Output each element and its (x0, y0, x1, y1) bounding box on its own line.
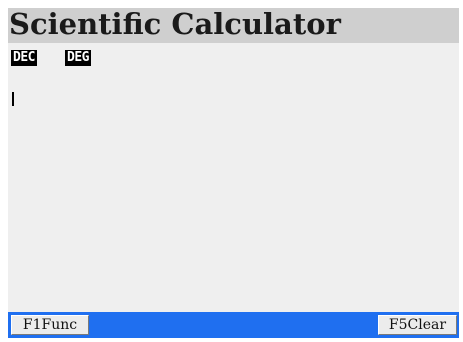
title-bar: Scientific Calculator (8, 7, 459, 43)
clear-softkey-label: Clear (407, 317, 447, 333)
expression-input-area[interactable] (8, 78, 459, 304)
number-base-indicator: DEC (11, 50, 37, 66)
func-softkey-label: Func (41, 317, 78, 333)
softkey-bar: F1Func F5Clear (8, 312, 459, 338)
func-softkey-key: F1 (22, 317, 42, 333)
app-title: Scientific Calculator (9, 7, 341, 41)
func-softkey-button[interactable]: F1Func (11, 315, 89, 335)
text-cursor (12, 92, 14, 106)
calculator-screen: Scientific Calculator DEC DEG F1Func F5C… (8, 7, 459, 338)
clear-softkey-key: F5 (388, 317, 408, 333)
clear-softkey-button[interactable]: F5Clear (378, 315, 457, 335)
angle-unit-indicator: DEG (65, 50, 91, 66)
